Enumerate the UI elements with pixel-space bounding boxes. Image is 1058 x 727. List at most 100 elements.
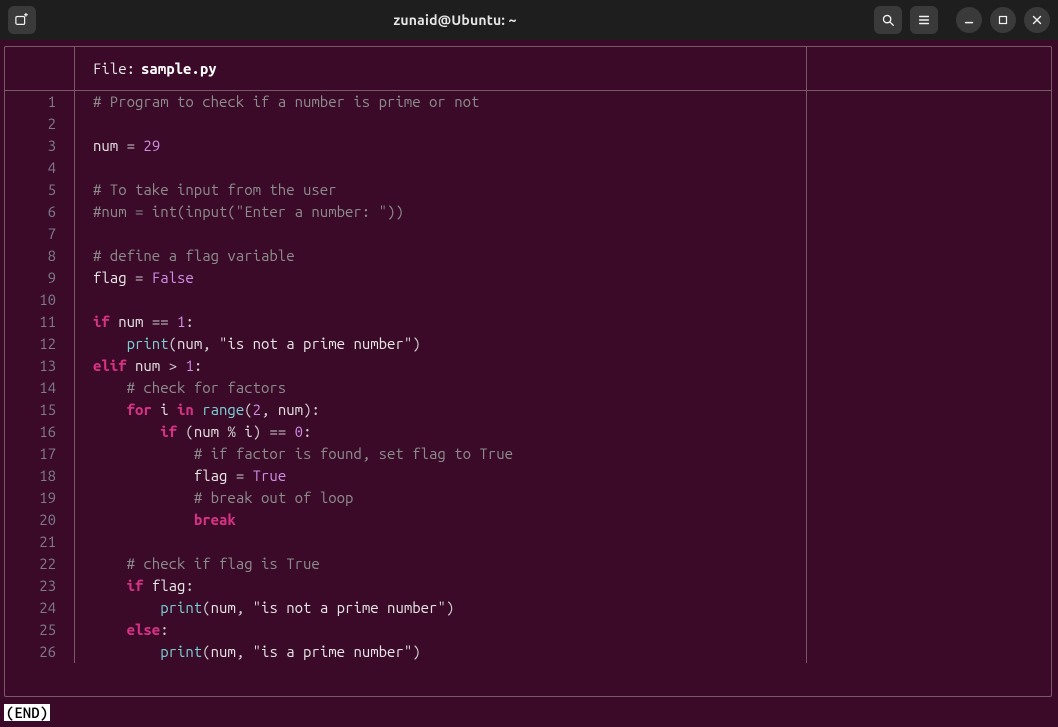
hamburger-menu-button[interactable] — [910, 6, 938, 34]
code-rows: 1# Program to check if a number is prime… — [5, 91, 1051, 696]
line-number: 13 — [5, 355, 75, 377]
terminal-area[interactable]: File: sample.py 1# Program to check if a… — [0, 40, 1058, 727]
code-content: elif num > 1: — [75, 355, 807, 377]
pager-status: (END) — [4, 704, 50, 721]
code-content: # Program to check if a number is prime … — [75, 91, 807, 113]
code-content: flag = True — [75, 465, 807, 487]
line-number: 20 — [5, 509, 75, 531]
code-line: 4 — [5, 157, 1051, 179]
line-number: 11 — [5, 311, 75, 333]
new-tab-button[interactable] — [8, 6, 36, 34]
file-header: File: sample.py — [75, 47, 807, 90]
search-icon — [881, 13, 895, 27]
close-icon — [1030, 13, 1044, 27]
code-content: print(num, "is not a prime number") — [75, 597, 807, 619]
line-number: 7 — [5, 223, 75, 245]
code-line: 16 if (num % i) == 0: — [5, 421, 1051, 443]
line-number: 14 — [5, 377, 75, 399]
code-content: # To take input from the user — [75, 179, 807, 201]
code-content: break — [75, 509, 807, 531]
code-content: print(num, "is a prime number") — [75, 641, 807, 663]
code-line: 6#num = int(input("Enter a number: ")) — [5, 201, 1051, 223]
line-number: 9 — [5, 267, 75, 289]
line-number: 5 — [5, 179, 75, 201]
file-header-row: File: sample.py — [5, 47, 1051, 91]
minimize-icon — [962, 13, 976, 27]
line-number: 21 — [5, 531, 75, 553]
search-button[interactable] — [874, 6, 902, 34]
file-viewer: File: sample.py 1# Program to check if a… — [4, 46, 1052, 697]
code-line: 9flag = False — [5, 267, 1051, 289]
code-content: num = 29 — [75, 135, 807, 157]
line-number: 10 — [5, 289, 75, 311]
header-rest — [807, 47, 1051, 90]
code-content: if num == 1: — [75, 311, 807, 333]
code-content — [75, 289, 807, 311]
code-line: 24 print(num, "is not a prime number") — [5, 597, 1051, 619]
code-line: 5# To take input from the user — [5, 179, 1051, 201]
file-name: sample.py — [141, 60, 217, 77]
code-line: 1# Program to check if a number is prime… — [5, 91, 1051, 113]
code-line: 17 # if factor is found, set flag to Tru… — [5, 443, 1051, 465]
code-content: # check for factors — [75, 377, 807, 399]
code-line: 13elif num > 1: — [5, 355, 1051, 377]
line-number: 8 — [5, 245, 75, 267]
code-line: 8# define a flag variable — [5, 245, 1051, 267]
code-line: 12 print(num, "is not a prime number") — [5, 333, 1051, 355]
line-number: 16 — [5, 421, 75, 443]
line-number: 19 — [5, 487, 75, 509]
line-number: 4 — [5, 157, 75, 179]
code-line: 7 — [5, 223, 1051, 245]
line-number: 6 — [5, 201, 75, 223]
line-number: 22 — [5, 553, 75, 575]
window-minimize-button[interactable] — [956, 7, 982, 33]
code-line: 2 — [5, 113, 1051, 135]
line-number: 26 — [5, 641, 75, 663]
code-line: 23 if flag: — [5, 575, 1051, 597]
code-line: 11if num == 1: — [5, 311, 1051, 333]
line-number: 3 — [5, 135, 75, 157]
line-number: 15 — [5, 399, 75, 421]
window-titlebar: zunaid@Ubuntu: ~ — [0, 0, 1058, 40]
code-content — [75, 113, 807, 135]
maximize-icon — [996, 13, 1010, 27]
code-content: # define a flag variable — [75, 245, 807, 267]
code-line: 20 break — [5, 509, 1051, 531]
code-line: 22 # check if flag is True — [5, 553, 1051, 575]
code-content — [75, 223, 807, 245]
code-content: # check if flag is True — [75, 553, 807, 575]
window-close-button[interactable] — [1024, 7, 1050, 33]
code-content: # break out of loop — [75, 487, 807, 509]
code-line: 3num = 29 — [5, 135, 1051, 157]
code-content: if (num % i) == 0: — [75, 421, 807, 443]
code-content: print(num, "is not a prime number") — [75, 333, 807, 355]
code-content — [75, 531, 807, 553]
line-number: 23 — [5, 575, 75, 597]
code-content: #num = int(input("Enter a number: ")) — [75, 201, 807, 223]
code-content: flag = False — [75, 267, 807, 289]
window-title: zunaid@Ubuntu: ~ — [393, 12, 516, 28]
code-content — [75, 157, 807, 179]
code-line: 26 print(num, "is a prime number") — [5, 641, 1051, 663]
code-line: 10 — [5, 289, 1051, 311]
file-label: File: — [93, 60, 135, 77]
code-line: 21 — [5, 531, 1051, 553]
code-content: else: — [75, 619, 807, 641]
code-line: 18 flag = True — [5, 465, 1051, 487]
line-number: 25 — [5, 619, 75, 641]
line-number: 12 — [5, 333, 75, 355]
code-content: # if factor is found, set flag to True — [75, 443, 807, 465]
hamburger-icon — [917, 13, 931, 27]
code-line: 19 # break out of loop — [5, 487, 1051, 509]
line-number: 2 — [5, 113, 75, 135]
line-number: 24 — [5, 597, 75, 619]
code-line: 25 else: — [5, 619, 1051, 641]
line-number: 1 — [5, 91, 75, 113]
new-tab-icon — [15, 13, 29, 27]
gutter-header — [5, 47, 75, 90]
line-number: 17 — [5, 443, 75, 465]
code-line: 15 for i in range(2, num): — [5, 399, 1051, 421]
code-line: 14 # check for factors — [5, 377, 1051, 399]
window-maximize-button[interactable] — [990, 7, 1016, 33]
code-content: if flag: — [75, 575, 807, 597]
